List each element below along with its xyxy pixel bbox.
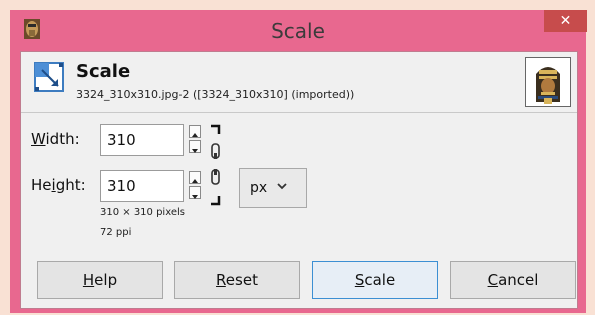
width-spinner [189, 125, 203, 155]
width-increment-button[interactable] [189, 125, 201, 138]
chevron-down-icon [277, 183, 287, 190]
help-button[interactable]: Help [37, 261, 163, 299]
chain-link-icon[interactable] [207, 122, 225, 208]
image-name-subtitle: 3324_310x310.jpg-2 ([3324_310x310] (impo… [76, 88, 355, 101]
unit-dropdown[interactable]: px [239, 168, 307, 208]
down-arrow-icon [192, 149, 198, 153]
height-decrement-button[interactable] [189, 186, 201, 199]
unit-value: px [250, 180, 268, 196]
height-input[interactable]: 310 [100, 170, 184, 202]
close-button[interactable]: ✕ [544, 10, 587, 32]
dialog-header: Scale 3324_310x310.jpg-2 ([3324_310x310]… [21, 52, 577, 113]
height-spinner [189, 171, 203, 201]
width-decrement-button[interactable] [189, 140, 201, 153]
scale-tool-icon [34, 62, 64, 92]
window-title: Scale [271, 19, 325, 43]
reset-button[interactable]: Reset [174, 261, 300, 299]
resolution-info: 72 ppi [100, 227, 132, 238]
down-arrow-icon [192, 195, 198, 199]
pixel-size-info: 310 × 310 pixels [100, 207, 185, 218]
scale-dialog-window: Scale ✕ Scale 3324_310x310.jpg-2 ([3324_… [10, 10, 587, 313]
width-value[interactable]: 310 [107, 131, 136, 149]
header-title: Scale [76, 61, 131, 82]
dialog-body: Scale 3324_310x310.jpg-2 ([3324_310x310]… [20, 51, 578, 309]
image-preview-thumbnail [525, 57, 571, 107]
width-label: Width: [31, 130, 80, 148]
scale-button[interactable]: Scale [312, 261, 438, 299]
height-label: Height: [31, 176, 86, 194]
height-value[interactable]: 310 [107, 177, 136, 195]
close-icon: ✕ [559, 13, 572, 29]
width-input[interactable]: 310 [100, 124, 184, 156]
title-bar[interactable]: Scale ✕ [10, 10, 587, 50]
height-increment-button[interactable] [189, 171, 201, 184]
cancel-button[interactable]: Cancel [450, 261, 576, 299]
